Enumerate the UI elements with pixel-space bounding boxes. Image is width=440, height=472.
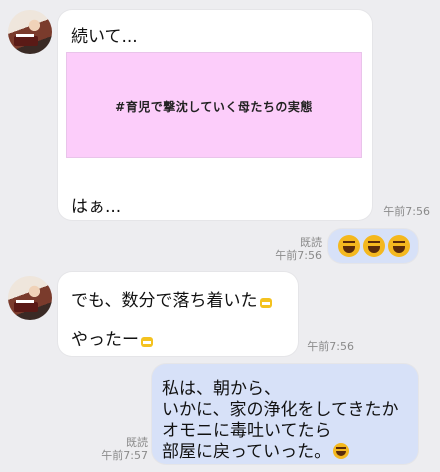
message-bubble-1[interactable]: 続いて... #育児で撃沈していく母たちの実態 はぁ... — [58, 10, 372, 220]
message-text: 続いて... — [71, 27, 138, 47]
sender-avatar[interactable] — [8, 10, 52, 54]
message-text: でも、数分で落ち着いた — [71, 286, 272, 311]
laughing-emoji-icon — [363, 235, 385, 257]
timestamp: 午前7:57 — [101, 449, 148, 462]
message-text: はぁ... — [71, 197, 122, 217]
image-caption: #育児で撃沈していく母たちの実態 — [115, 100, 313, 114]
sender-avatar[interactable] — [8, 276, 52, 320]
laughing-emoji-icon — [338, 235, 360, 257]
laughing-emoji-icon — [388, 235, 410, 257]
laughing-emoji-icon — [333, 443, 350, 459]
message-bubble-4[interactable]: 私は、朝から、 いかに、家の浄化をしてきたか オモニに毒吐いてたら 部屋に戻って… — [152, 364, 418, 464]
message-image[interactable]: #育児で撃沈していく母たちの実態 — [66, 52, 362, 158]
grin-emoji-icon — [141, 337, 153, 347]
message-bubble-2[interactable] — [328, 229, 418, 263]
timestamp: 午前7:56 — [307, 340, 354, 353]
message-text: 部屋に戻っていった。 — [162, 437, 350, 462]
grin-emoji-icon — [259, 298, 272, 308]
read-receipt: 既読 — [126, 436, 148, 449]
timestamp: 午前7:56 — [275, 249, 322, 262]
message-text: やったー — [71, 325, 153, 350]
read-receipt: 既読 — [300, 236, 322, 249]
timestamp: 午前7:56 — [383, 205, 430, 218]
message-bubble-3[interactable]: でも、数分で落ち着いた やったー — [58, 272, 298, 356]
